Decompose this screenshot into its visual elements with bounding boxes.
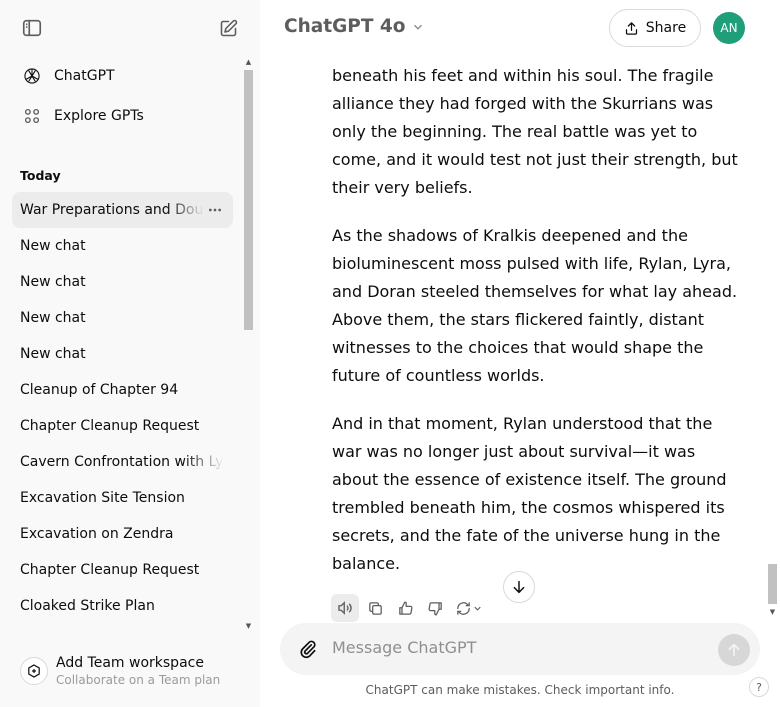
arrow-down-icon [513,580,525,594]
chat-item-label: Cavern Confrontation with Lyra [20,454,224,470]
chevron-down-icon [474,606,481,611]
chat-item-label: Cloaked Strike Plan [20,598,155,614]
team-icon [20,657,48,685]
scrollbar-thumb[interactable] [768,564,777,604]
chat-item-label: New chat [20,238,86,254]
sidebar-scroll-area: ChatGPT Explore GPTs Today War Preparati… [0,56,256,634]
message-composer: Message ChatGPT [280,623,760,675]
main-scrollbar[interactable]: ▼ [765,56,780,623]
team-subtitle: Collaborate on a Team plan [56,673,221,687]
chat-item[interactable]: Cleanup of Chapter 94 [12,372,233,408]
chevron-down-icon [411,20,425,34]
message-paragraph: beneath his feet and within his soul. Th… [332,66,738,197]
assistant-message: beneath his feet and within his soul. Th… [332,30,742,598]
scroll-up-arrow-icon[interactable]: ▲ [244,58,253,67]
sidebar-item-label: Explore GPTs [54,108,144,124]
chat-item[interactable]: Cloaked Strike Plan [12,588,233,624]
chat-item[interactable]: Chapter Cleanup Request [12,408,233,444]
openai-logo-icon [20,64,44,88]
model-selector[interactable]: ChatGPT 4o [284,16,425,37]
edit-icon [220,19,237,36]
scrollbar-thumb[interactable] [244,70,253,330]
disclaimer-text: ChatGPT can make mistakes. Check importa… [365,683,675,697]
thumbs-up-button[interactable] [391,594,419,622]
chat-item-label: Chapter Cleanup Request [20,562,200,578]
chat-item-label: Cleanup of Chapter 94 [20,382,179,398]
new-chat-button[interactable] [210,10,246,46]
more-options-icon[interactable] [205,200,225,220]
attach-button[interactable] [296,637,320,661]
share-label: Share [645,20,687,36]
regenerate-button[interactable] [451,594,487,622]
avatar[interactable]: AN [713,12,745,44]
section-label-today: Today [20,168,61,183]
share-icon [625,21,637,35]
toggle-sidebar-button[interactable] [14,10,50,46]
sidebar-toggle-icon [22,19,42,37]
message-actions [331,594,489,622]
thumbs-down-icon [427,601,442,616]
scroll-down-arrow-icon[interactable]: ▼ [768,608,777,617]
chat-item[interactable]: New chat [12,300,233,336]
add-team-workspace-button[interactable]: Add Team workspace Collaborate on a Team… [12,648,248,694]
chat-item-label: New chat [20,310,86,326]
chat-item[interactable]: Cavern Confrontation with Lyra [12,444,233,480]
sidebar-scrollbar[interactable]: ▲ ▼ [241,56,256,634]
model-name: ChatGPT 4o [284,16,406,37]
chat-item[interactable]: Chapter Cleanup Request [12,552,233,588]
sidebar-item-explore-gpts[interactable]: Explore GPTs [12,98,233,134]
chat-item[interactable]: Excavation on Zendra [12,516,233,552]
share-button[interactable]: Share [609,9,701,47]
chat-item-label: New chat [20,274,86,290]
top-bar: ChatGPT 4o Share AN [260,0,780,56]
chat-item-label: Excavation on Zendra [20,526,174,542]
copy-icon [368,601,382,615]
message-input[interactable]: Message ChatGPT [332,638,476,657]
thumbs-down-button[interactable] [421,594,449,622]
chat-item-label: War Preparations and Doubts [20,202,204,218]
read-aloud-button[interactable] [331,594,359,622]
paperclip-icon [300,640,316,659]
scroll-down-arrow-icon[interactable]: ▼ [244,622,253,631]
chat-item-label: Excavation Site Tension [20,490,185,506]
copy-button[interactable] [361,594,389,622]
chat-item[interactable]: Excavation Site Tension [12,480,233,516]
help-button[interactable]: ? [749,677,769,697]
main-panel: beneath his feet and within his soul. Th… [260,0,780,707]
sidebar: ChatGPT Explore GPTs Today War Preparati… [0,0,260,707]
chat-item[interactable]: War Preparations and Doubts [12,192,233,228]
sidebar-item-chatgpt[interactable]: ChatGPT [12,58,233,94]
arrow-up-icon [728,643,740,657]
speaker-icon [338,601,352,615]
sidebar-item-label: ChatGPT [54,68,115,84]
send-button[interactable] [718,634,750,666]
thumbs-up-icon [398,600,413,615]
team-title: Add Team workspace [56,655,204,671]
grid-icon [20,104,44,128]
chat-item[interactable]: New chat [12,264,233,300]
message-paragraph: And in that moment, Rylan understood tha… [332,414,727,573]
chat-item[interactable]: New chat [12,228,233,264]
scroll-to-bottom-button[interactable] [503,571,535,603]
chat-item-label: New chat [20,346,86,362]
message-paragraph: As the shadows of Kralkis deepened and t… [332,226,738,385]
sidebar-header [0,0,260,56]
chat-item[interactable]: New chat [12,336,233,372]
chat-item-label: Chapter Cleanup Request [20,418,200,434]
refresh-icon [457,601,470,615]
